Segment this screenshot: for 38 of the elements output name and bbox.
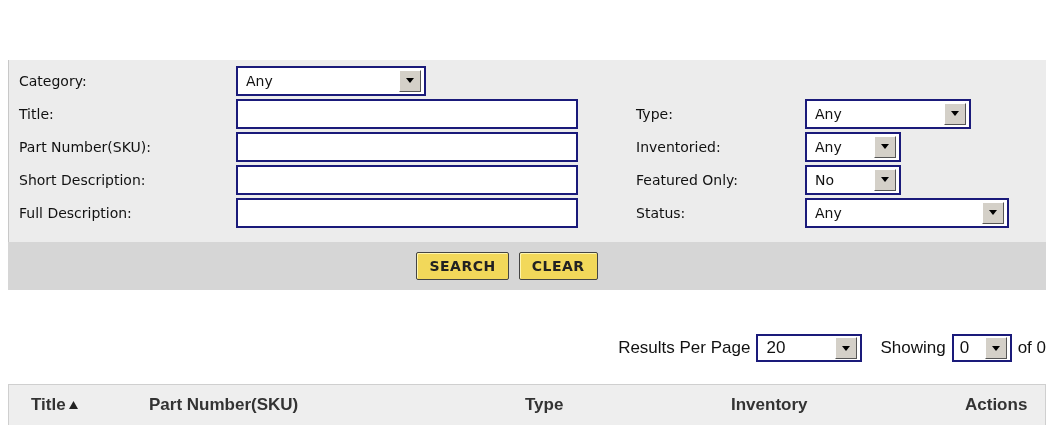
action-button[interactable]: CLEAR — [518, 252, 598, 280]
input-field[interactable] — [236, 98, 578, 129]
dropdown[interactable]: 0 — [951, 334, 1012, 362]
caret-icon — [874, 168, 896, 191]
field-label: Full Description: — [19, 204, 133, 221]
column-header[interactable]: Part Number(SKU) — [149, 395, 299, 415]
dropdown[interactable]: Any — [805, 98, 971, 129]
column-header[interactable]: Inventory — [731, 395, 808, 415]
column-header[interactable]: Title — [31, 395, 78, 415]
caret-icon — [399, 69, 421, 92]
dropdown[interactable]: Any — [236, 65, 426, 96]
input-field[interactable] — [236, 131, 578, 162]
field-label: Short Description: — [19, 171, 147, 188]
sort-up-icon — [68, 401, 78, 409]
caret-icon — [982, 201, 1004, 224]
field-label: Category: — [19, 72, 88, 89]
field-label: Title: — [19, 105, 55, 122]
showing-label: Showing — [880, 338, 946, 358]
column-header[interactable]: Actions — [965, 395, 1028, 415]
caret-icon — [835, 337, 858, 359]
field-label: Inventoried: — [636, 138, 722, 155]
dropdown[interactable]: No — [805, 164, 901, 195]
caret-icon — [984, 337, 1007, 359]
action-button[interactable]: SEARCH — [416, 252, 509, 280]
caret-icon — [874, 135, 896, 158]
field-label: Type: — [636, 105, 674, 122]
field-label: Featured Only: — [636, 171, 739, 188]
results-label: Results Per Page — [618, 338, 751, 358]
caret-icon — [944, 102, 966, 125]
input-field[interactable] — [236, 197, 578, 228]
input-field[interactable] — [236, 164, 578, 195]
field-label: Status: — [636, 204, 687, 221]
field-label: Part Number(SKU): — [19, 138, 152, 155]
column-header[interactable]: Type — [525, 395, 564, 415]
dropdown[interactable]: Any — [805, 131, 901, 162]
total-label: of 0 — [1017, 338, 1046, 358]
dropdown[interactable]: 20 — [756, 334, 863, 362]
dropdown[interactable]: Any — [805, 197, 1009, 228]
